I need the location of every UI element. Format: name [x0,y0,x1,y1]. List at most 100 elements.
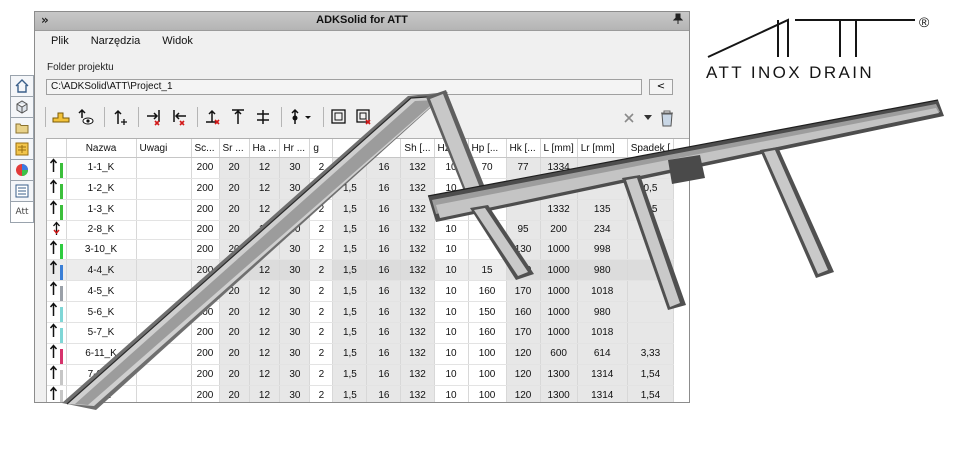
cell-value[interactable] [627,322,675,344]
project-path-field[interactable]: C:\ADKSolid\ATT\Project_1 [46,79,642,95]
row-direction-cell[interactable] [47,220,67,240]
cell-value[interactable]: 200 [191,239,220,261]
cell-value[interactable]: 1,5 [332,301,368,324]
cell-value[interactable]: 16 [366,364,402,386]
cell-value[interactable]: 132 [400,385,435,402]
column-header[interactable]: Sh [... [400,139,435,158]
cell-uwagi[interactable] [136,239,192,261]
cell-value[interactable]: 200 [191,280,220,303]
cell-value[interactable]: 20 [219,199,250,221]
cell-value[interactable]: 20 [219,157,250,179]
cell-value[interactable]: 16 [366,343,402,365]
cell-value[interactable]: 1018 [577,280,628,303]
cell-nazwa[interactable]: 8-12 [66,385,137,402]
column-header[interactable]: g [309,139,334,158]
menu-plik[interactable]: Plik [47,34,73,48]
cell-value[interactable]: 200 [540,220,578,240]
cell-value[interactable]: 16 [366,385,402,402]
row-direction-cell[interactable] [47,280,67,303]
cell-value[interactable] [506,178,541,200]
cell-value[interactable] [506,199,541,221]
close-icon[interactable] [618,107,640,129]
cell-value[interactable]: 1,5 [332,178,368,200]
pin-icon[interactable] [672,13,684,27]
cell-value[interactable]: 1000 [540,301,578,324]
cell-uwagi[interactable] [136,199,192,221]
layers-icon[interactable] [10,138,34,159]
column-header[interactable]: Lr [mm] [577,139,628,158]
cell-value[interactable]: 2 [309,259,334,282]
cell-value[interactable]: 16 [366,280,402,303]
table-row[interactable]: 2-8_K 200 20 12 30 2 1,5 16 132 10 95 200 234 2,5 [47,220,675,240]
cell-value[interactable] [627,259,675,282]
column-header[interactable]: Nazwa [66,139,137,158]
cell-value[interactable]: 200 [191,178,220,200]
palette-icon[interactable] [10,159,34,180]
row-direction-cell[interactable] [47,364,67,386]
cell-value[interactable]: 2 [309,239,334,261]
column-header[interactable]: Uwagi [136,139,192,158]
cell-value[interactable]: 1,5 [332,364,368,386]
cell-value[interactable]: 2 [309,364,334,386]
cell-value[interactable]: 980 [577,301,628,324]
cell-value[interactable]: 30 [279,343,311,365]
cell-value[interactable]: 132 [400,220,435,240]
table-row[interactable]: 1-2_K 200 20 12 30 2 1,5 16 132 10 0,5 [47,178,675,200]
cell-value[interactable]: 170 [506,280,541,303]
arrow-top-icon[interactable] [227,106,249,128]
cell-value[interactable]: 2 [309,385,334,402]
cell-value[interactable]: 200 [191,199,220,221]
cell-value[interactable]: 100 [468,343,507,365]
cell-value[interactable] [627,157,675,179]
cell-value[interactable]: 1,5 [332,199,368,221]
cell-value[interactable]: 16 [366,220,402,240]
cell-value[interactable] [577,178,628,200]
cell-value[interactable]: 600 [540,343,578,365]
column-header[interactable]: Sc... [191,139,220,158]
cell-value[interactable]: 1,5 [332,322,368,344]
cell-value[interactable]: 1,5 [332,220,368,240]
cell-value[interactable]: 2 [309,280,334,303]
cell-value[interactable]: 2 [309,199,334,221]
cell-value[interactable] [468,239,507,261]
cell-value[interactable]: 132 [400,157,435,179]
cell-value[interactable]: 120 [506,385,541,402]
cell-value[interactable]: 10 [434,280,469,303]
column-header[interactable]: L [mm] [540,139,578,158]
cell-value[interactable]: 3,33 [627,343,675,365]
cell-value[interactable]: 20 [219,220,250,240]
cell-value[interactable]: 1,5 [332,343,368,365]
cell-value[interactable]: 20 [219,322,250,344]
column-header[interactable] [366,139,402,158]
row-direction-cell[interactable] [47,301,67,324]
column-header[interactable] [47,139,67,158]
cell-nazwa[interactable]: 1-2_K [66,178,137,200]
cell-nazwa[interactable]: 4-4_K [66,259,137,282]
cell-value[interactable]: 1,5 [332,385,368,402]
table-row[interactable]: 4-5_K 200 20 12 30 2 1,5 16 132 10 160 170 1000 1018 [47,280,675,303]
cell-uwagi[interactable] [136,220,192,240]
cell-nazwa[interactable]: 4-5_K [66,280,137,303]
table-row[interactable]: 4-4_K 200 20 12 30 2 1,5 16 132 10 15 160 1000 980 [47,259,675,282]
cell-value[interactable]: 20 [219,280,250,303]
table-row[interactable]: 3-10_K 200 20 12 30 2 1,5 16 132 10 130 1000 998 1 [47,239,675,261]
cell-value[interactable]: 30 [279,322,311,344]
column-header[interactable]: Hr ... [279,139,311,158]
cell-value[interactable]: 12 [249,178,281,200]
cell-value[interactable]: 10 [434,178,469,200]
frame-delete-icon[interactable] [353,106,375,128]
cell-value[interactable]: 30 [279,157,311,179]
row-direction-cell[interactable] [47,157,67,179]
cell-value[interactable]: 10 [434,385,469,402]
cell-value[interactable]: 16 [366,157,402,179]
cell-value[interactable]: 1000 [540,322,578,344]
cell-value[interactable]: 16 [366,199,402,221]
table-row[interactable]: 5-7_K 200 20 12 30 2 1,5 16 132 10 160 170 1000 1018 [47,322,675,344]
row-direction-cell[interactable] [47,385,67,402]
cell-value[interactable]: 12 [249,239,281,261]
row-direction-cell[interactable] [47,199,67,221]
cell-value[interactable]: 77 [506,157,541,179]
cell-value[interactable]: 100 [468,364,507,386]
column-header[interactable]: Ha ... [249,139,281,158]
cell-value[interactable]: 10 [434,199,469,221]
